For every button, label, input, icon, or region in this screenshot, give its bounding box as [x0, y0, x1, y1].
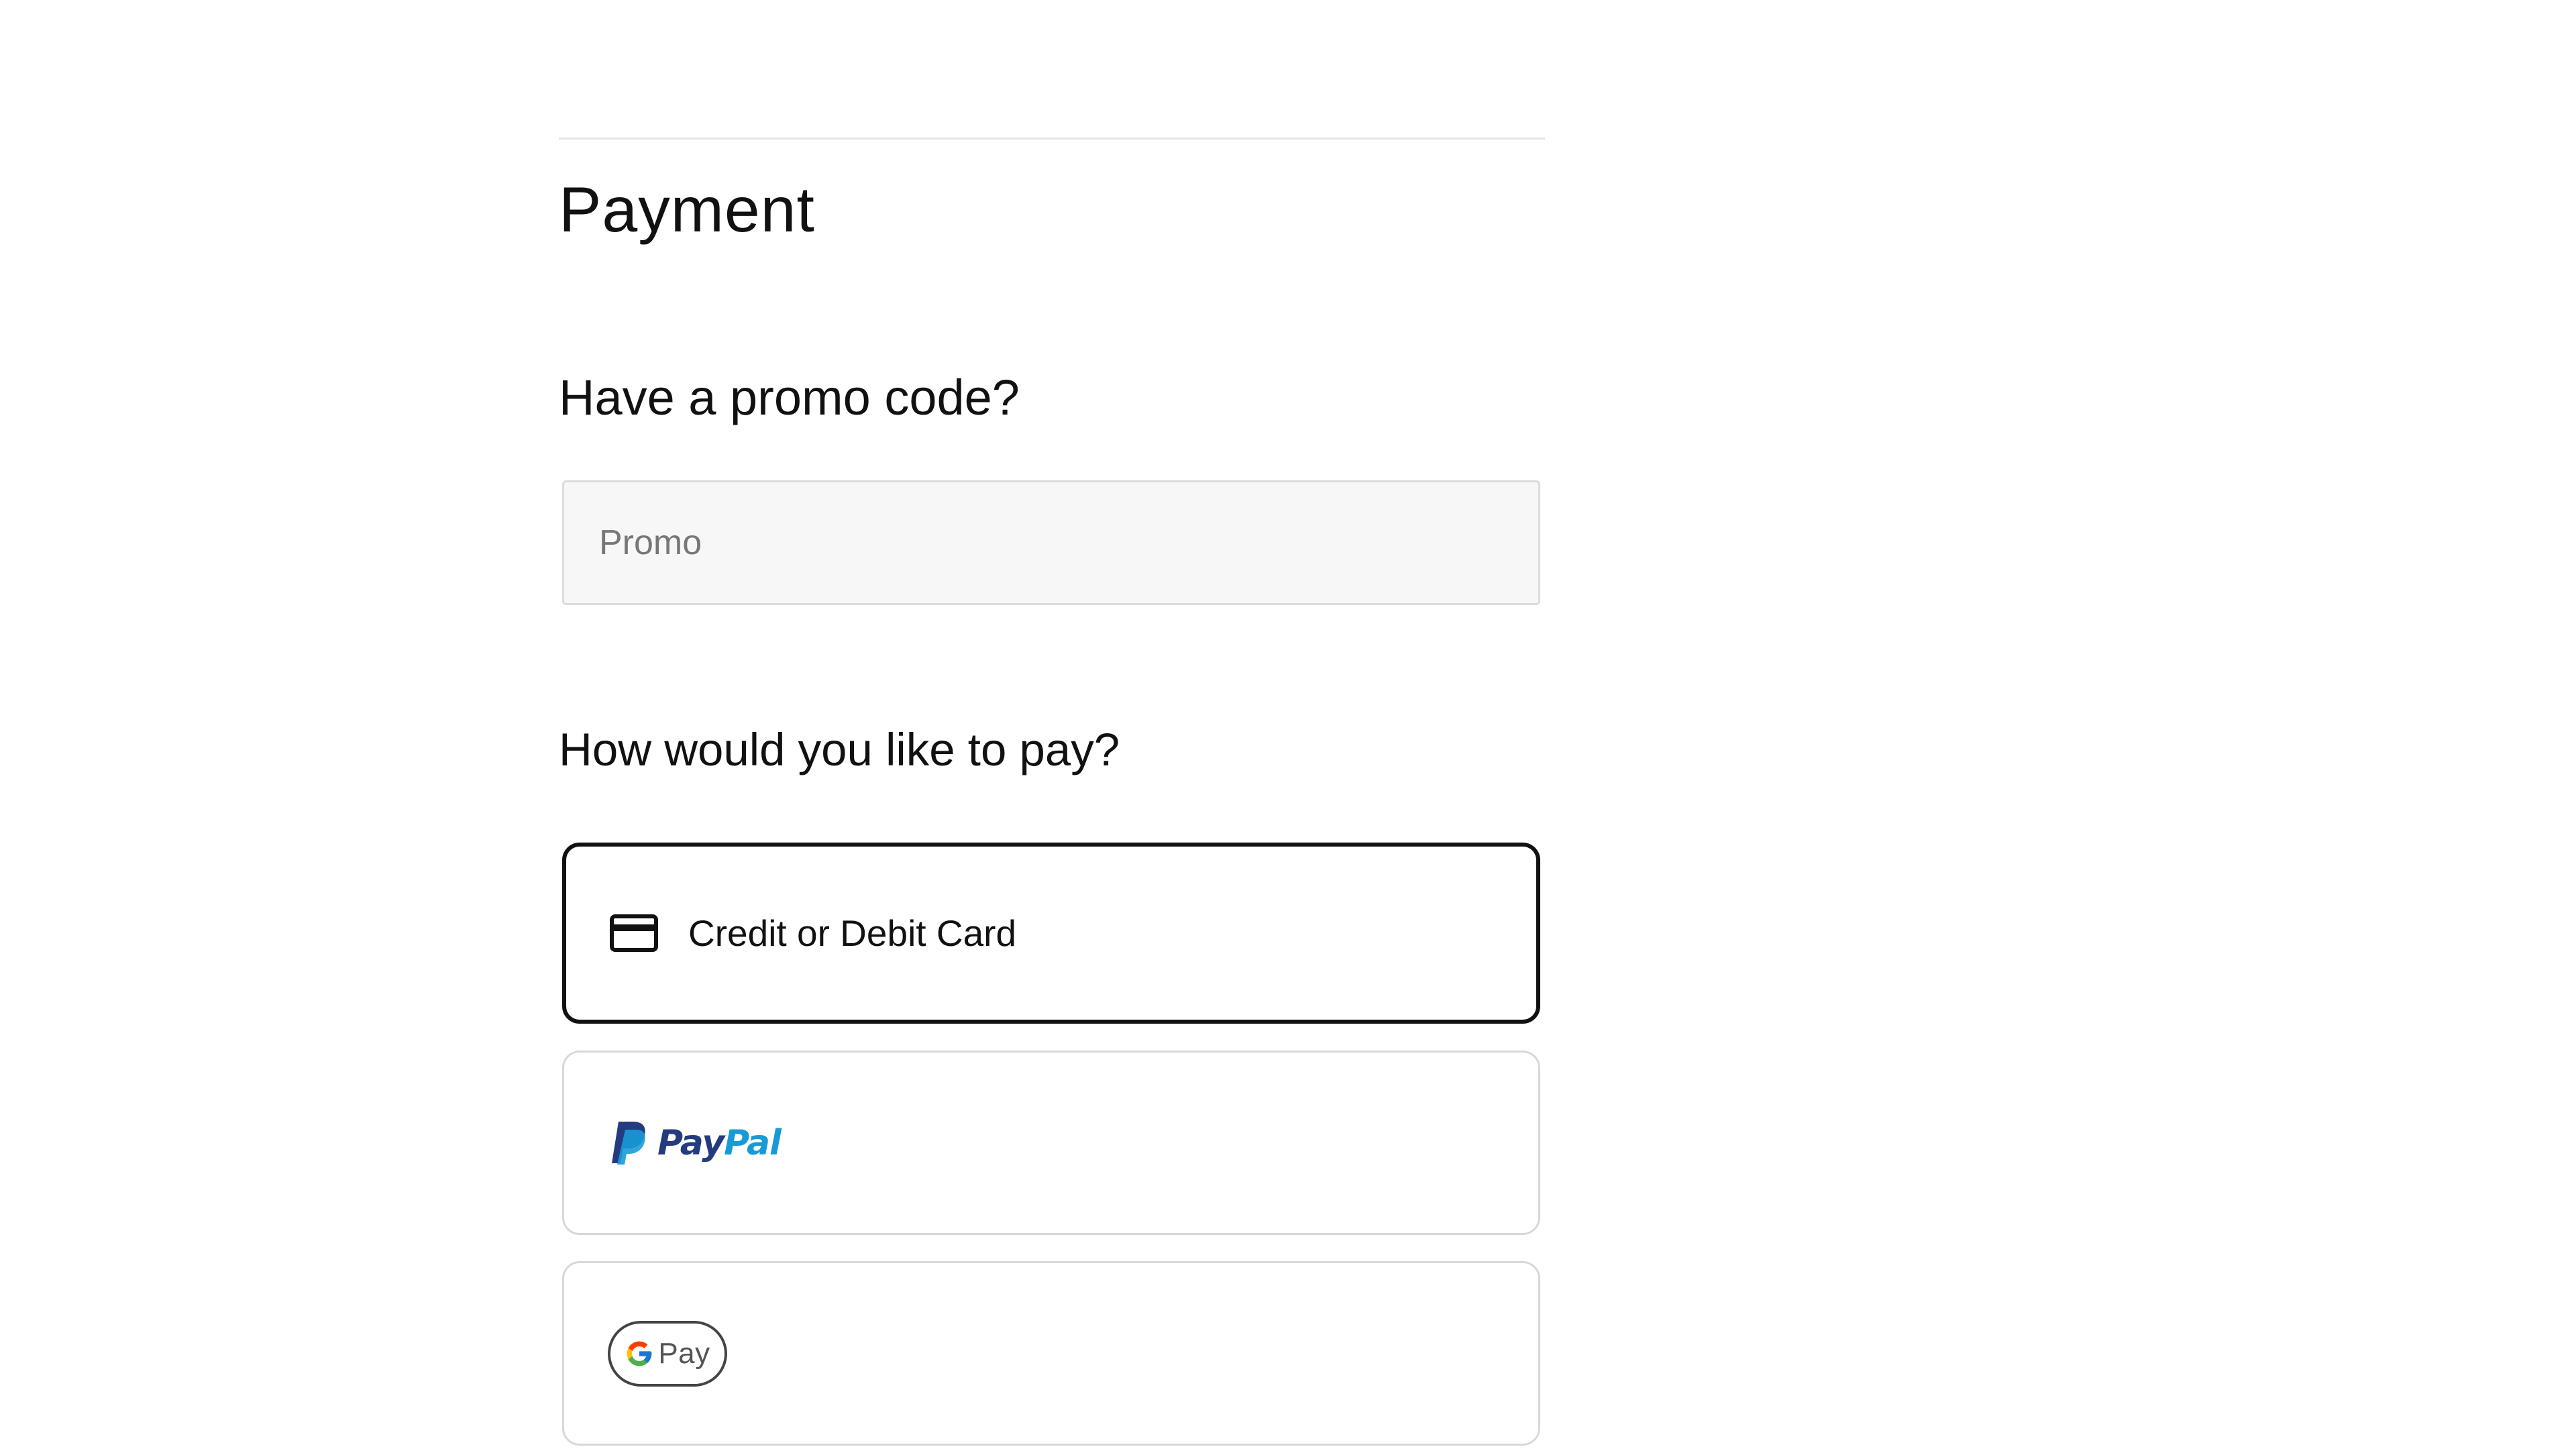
paypal-wordmark-pal: Pal: [724, 1122, 782, 1163]
promo-input[interactable]: [562, 480, 1540, 605]
google-g-icon: [627, 1341, 652, 1366]
payment-option-card[interactable]: Credit or Debit Card: [562, 843, 1540, 1024]
paypal-wordmark-pay: Pay: [657, 1122, 724, 1163]
payment-option-paypal[interactable]: PayPal: [562, 1051, 1540, 1235]
google-pay-label: Pay: [658, 1336, 710, 1370]
page-title: Payment: [559, 174, 815, 246]
payment-option-card-label: Credit or Debit Card: [688, 912, 1017, 954]
payment-method-heading: How would you like to pay?: [559, 724, 1120, 775]
section-divider: [559, 138, 1545, 140]
paypal-wordmark: PayPal: [657, 1122, 782, 1163]
paypal-logo-icon: [612, 1121, 645, 1165]
credit-card-icon: [610, 914, 658, 952]
promo-heading: Have a promo code?: [559, 370, 1020, 425]
payment-option-google-pay[interactable]: Pay: [562, 1261, 1540, 1446]
google-pay-badge: Pay: [608, 1320, 727, 1387]
